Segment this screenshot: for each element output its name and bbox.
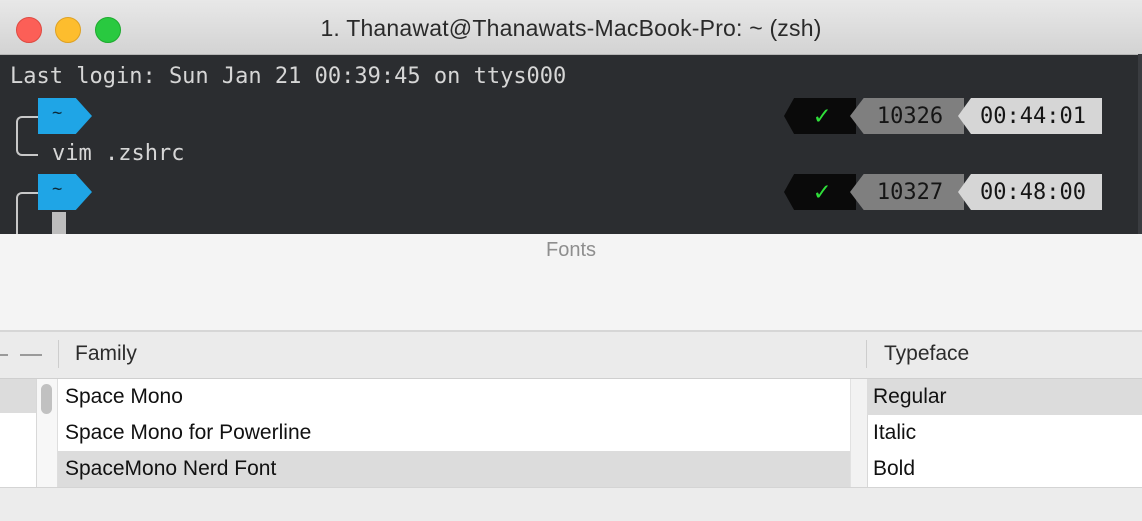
checkmark-icon: ✓ (784, 98, 856, 134)
family-row[interactable]: Space Mono (58, 379, 850, 415)
column-gutter (850, 379, 868, 487)
collection-column-dash (20, 354, 42, 356)
home-directory-symbol: ~ (52, 179, 63, 199)
checkmark-icon: ✓ (784, 174, 856, 210)
typeface-name: Regular (873, 385, 947, 408)
fonts-panel-bottom-bar (0, 487, 1142, 521)
collections-list[interactable] (0, 379, 37, 487)
family-row-selected[interactable]: SpaceMono Nerd Font (58, 451, 850, 487)
prompt-bracket (16, 192, 38, 234)
right-prompt-status: ✓ 10327 00:48:00 (784, 174, 1102, 210)
prompt-time: 00:48:00 (958, 174, 1102, 210)
column-separator[interactable] (866, 340, 867, 368)
command-line: vim .zshrc (52, 141, 185, 166)
history-number: 10326 (850, 98, 964, 134)
history-number: 10327 (850, 174, 964, 210)
window-titlebar[interactable]: 1. Thanawat@Thanawats-MacBook-Pro: ~ (zs… (0, 0, 1142, 55)
selected-collection-row[interactable] (0, 379, 36, 413)
family-name: SpaceMono Nerd Font (65, 457, 277, 480)
family-list: Space Mono Space Mono for Powerline Spac… (58, 379, 850, 487)
family-list-scrollbar[interactable] (37, 379, 58, 487)
window-title: 1. Thanawat@Thanawats-MacBook-Pro: ~ (zs… (320, 15, 822, 41)
family-name: Space Mono for Powerline (65, 421, 312, 444)
last-login-line: Last login: Sun Jan 21 00:39:45 on ttys0… (10, 64, 567, 89)
terminal-window[interactable]: 1. Thanawat@Thanawats-MacBook-Pro: ~ (zs… (0, 0, 1142, 234)
typeface-row-selected[interactable]: Regular (867, 379, 1142, 415)
typeface-row[interactable]: Bold (867, 451, 1142, 487)
family-column-header[interactable]: Family (75, 342, 137, 366)
typeface-name: Italic (873, 421, 917, 444)
family-row[interactable]: Space Mono for Powerline (58, 415, 850, 451)
terminal-cursor (52, 212, 66, 234)
prompt-bracket (16, 116, 38, 156)
column-separator[interactable] (58, 340, 59, 368)
fonts-panel-title: Fonts (545, 239, 597, 261)
typeface-list: Regular Italic Bold (867, 379, 1142, 487)
prompt-directory-segment: ~ (38, 98, 92, 134)
fonts-panel-header[interactable]: Fonts (0, 234, 1142, 332)
family-name: Space Mono (65, 385, 183, 408)
right-prompt-status: ✓ 10326 00:44:01 (784, 98, 1102, 134)
scrollbar-thumb[interactable] (41, 384, 52, 414)
fonts-panel: Fonts Family Typeface Space Mono Space M… (0, 234, 1142, 521)
prompt-time: 00:44:01 (958, 98, 1102, 134)
typeface-row[interactable]: Italic (867, 415, 1142, 451)
font-list-area: Space Mono Space Mono for Powerline Spac… (0, 379, 1142, 487)
terminal-scrollbar[interactable] (1138, 54, 1142, 234)
collection-column-dash (0, 354, 8, 356)
font-list-header: Family Typeface (0, 332, 1142, 379)
home-directory-symbol: ~ (52, 103, 63, 123)
prompt-directory-segment: ~ (38, 174, 92, 210)
typeface-column-header[interactable]: Typeface (884, 342, 969, 366)
typeface-name: Bold (873, 457, 916, 480)
